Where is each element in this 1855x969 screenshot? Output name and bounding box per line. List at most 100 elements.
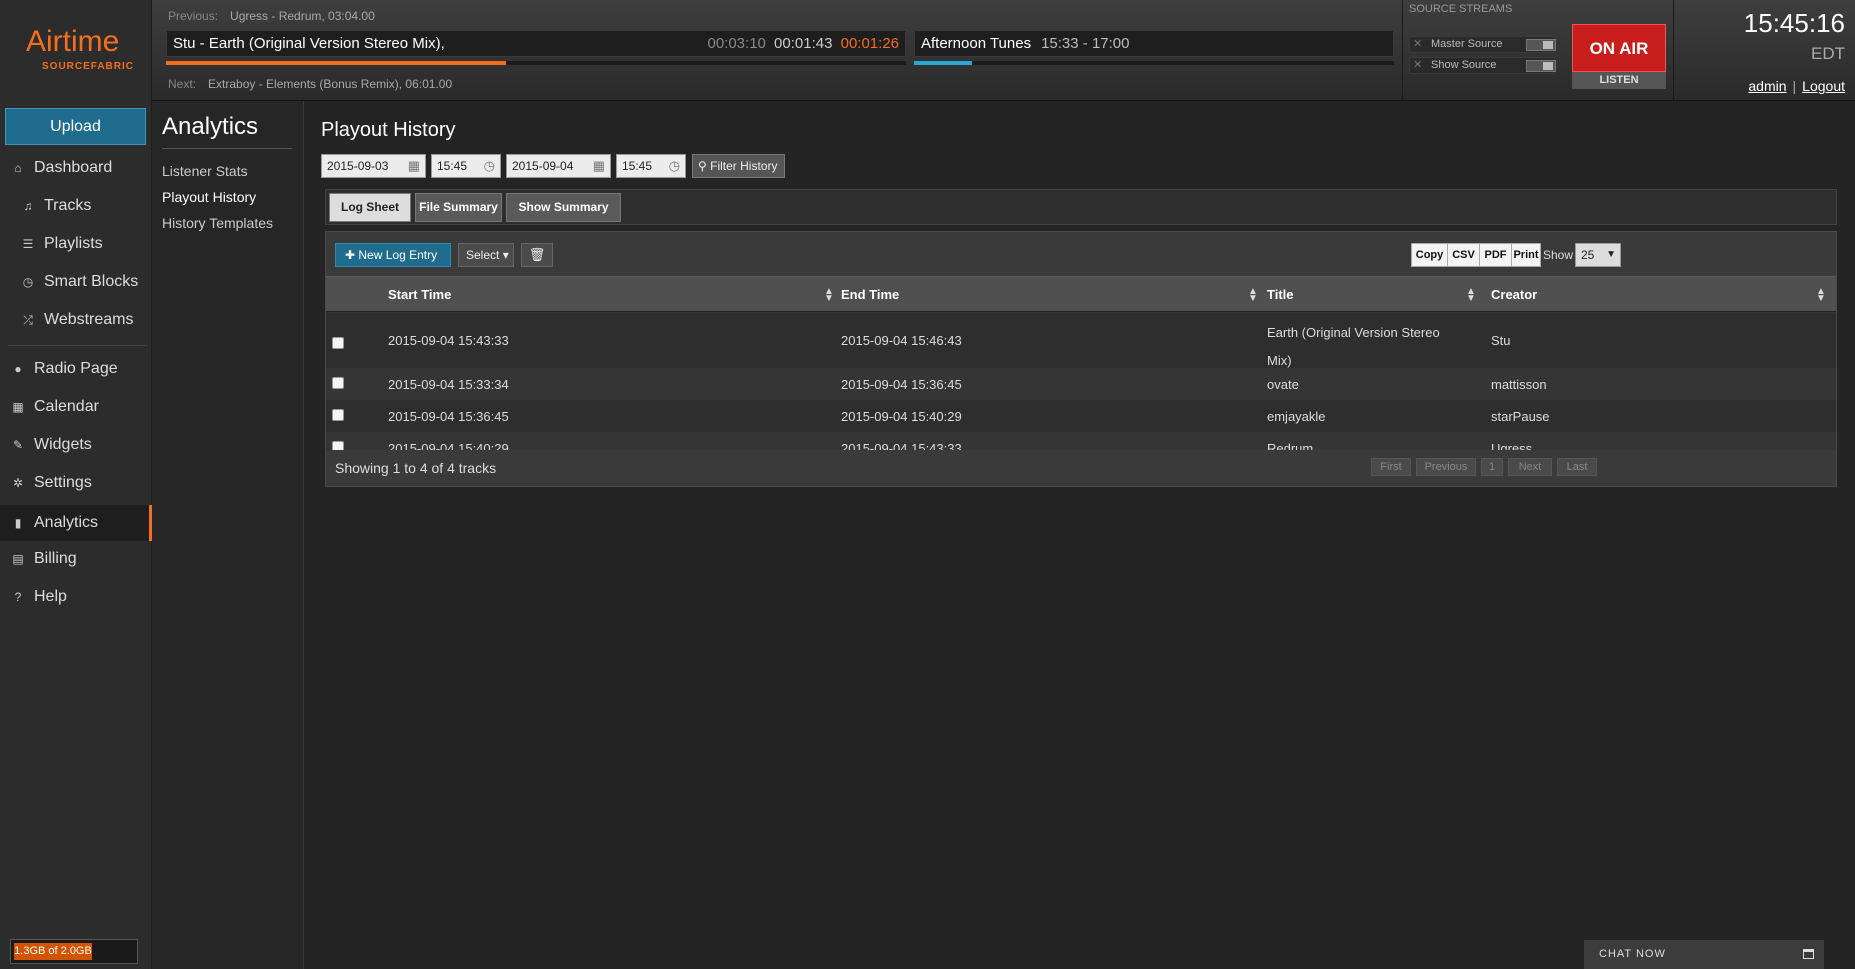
start-time-value: 15:45 [437,159,468,173]
subnav-item-playout-history[interactable]: Playout History [162,189,256,205]
globe-icon: ● [14,362,22,376]
nav-item-calendar[interactable]: ▦ Calendar [0,392,152,422]
show-count-value: 25 [1581,248,1595,262]
listen-button[interactable]: LISTEN [1572,72,1666,89]
filter-history-label: Filter History [710,159,778,173]
tab-file-summary[interactable]: File Summary [415,193,502,222]
end-date-value: 2015-09-04 [512,159,574,173]
nav-item-smart-blocks[interactable]: ◷ Smart Blocks [0,267,152,297]
nav-item-dashboard[interactable]: ⌂ Dashboard [0,153,152,183]
column-title[interactable]: Title [1267,277,1294,313]
copy-button[interactable]: Copy [1411,243,1448,267]
nav-item-settings[interactable]: ✲ Settings [0,468,152,498]
upload-button[interactable]: Upload [5,108,146,145]
pagination-last[interactable]: Last [1557,458,1597,476]
sort-icon[interactable]: ▲ ▼ [1248,287,1258,304]
nav-label: Analytics [34,514,99,531]
calendar-icon[interactable]: ▦ [408,158,420,174]
tab-show-summary[interactable]: Show Summary [506,193,621,222]
cell-title: Earth (Original Version Stereo Mix) [1267,325,1440,368]
column-end-time[interactable]: End Time [841,277,899,313]
calendar-icon[interactable]: ▦ [593,158,605,174]
csv-button[interactable]: CSV [1447,243,1480,267]
nav-item-billing[interactable]: ▤ Billing [0,544,152,574]
subnav-item-listener-stats[interactable]: Listener Stats [162,163,248,179]
end-time-input[interactable]: 15:45 ◷ [616,154,686,178]
column-creator[interactable]: Creator [1491,277,1537,313]
cell-creator: mattisson [1491,377,1547,392]
logo-sub: SOURCEFABRIC [42,61,135,72]
minimize-icon[interactable] [1803,949,1814,959]
master-source-row: ✕ Master Source [1409,36,1556,53]
app-root: Airtime SOURCEFABRIC Previous: Ugress - R… [0,0,1855,969]
nav-item-playlists[interactable]: ☰ Playlists [0,229,152,259]
logo[interactable]: Airtime SOURCEFABRIC [0,0,152,101]
briefcase-icon: ▤ [12,552,24,566]
row-checkbox[interactable] [332,409,344,421]
select-dropdown[interactable]: Select ▾ [458,243,514,267]
nav-label: Billing [34,550,77,567]
tab-log-sheet[interactable]: Log Sheet [329,193,411,222]
caret-down-icon: ▾ [499,248,509,262]
nav-item-help[interactable]: ? Help [0,582,152,612]
row-checkbox[interactable] [332,377,344,389]
pagination-previous[interactable]: Previous [1416,458,1476,476]
page-title: Playout History [321,119,456,141]
track-progress-bar [166,61,906,65]
user-account-link[interactable]: admin [1748,78,1786,94]
start-date-input[interactable]: 2015-09-03 ▦ [321,154,426,178]
cell-creator: starPause [1491,409,1550,424]
clock-icon[interactable]: ◷ [484,158,495,174]
row-checkbox[interactable] [332,337,344,349]
nav-item-analytics[interactable]: ▮ Analytics [0,505,152,541]
close-icon[interactable]: ✕ [1413,37,1425,52]
table-header: Start Time ▲ ▼ End Time ▲ ▼ Title ▲ ▼ Creat… [326,276,1836,312]
trash-icon: 🗑 [528,247,546,262]
table-row[interactable]: 2015-09-04 15:36:45 2015-09-04 15:40:29 … [326,400,1836,432]
nav-item-tracks[interactable]: ♫ Tracks [0,191,152,221]
logout-link[interactable]: Logout [1802,78,1845,94]
sort-icon[interactable]: ▲ ▼ [1816,287,1826,304]
table-row[interactable]: 2015-09-04 15:40:29 2015-09-04 15:43:33 … [326,432,1836,456]
table-row[interactable]: 2015-09-04 15:43:33 2015-09-04 15:46:43 … [326,313,1836,368]
table-toolbar: ✚ New Log Entry Select ▾ 🗑 Copy CSV PDF … [326,232,1836,276]
cell-start-time: 2015-09-04 15:43:33 [388,333,509,348]
sort-icon[interactable]: ▲ ▼ [824,287,834,304]
show-source-toggle[interactable] [1526,60,1556,72]
table-row[interactable]: 2015-09-04 15:33:34 2015-09-04 15:36:45 … [326,368,1836,400]
track-times: 00:03:10 00:01:43 00:01:26 [707,35,899,52]
column-start-time[interactable]: Start Time [388,277,451,313]
pagination-first[interactable]: First [1371,458,1411,476]
end-date-input[interactable]: 2015-09-04 ▦ [506,154,611,178]
close-icon[interactable]: ✕ [1413,58,1425,73]
master-source-toggle[interactable] [1526,39,1556,51]
search-icon: ⚲ [698,159,711,173]
caret-down-icon: ▼ [1606,249,1616,260]
filter-history-button[interactable]: ⚲ Filter History [692,154,785,178]
delete-button[interactable]: 🗑 [521,243,553,267]
table-info: Showing 1 to 4 of 4 tracks [335,460,497,476]
subnav-item-history-templates[interactable]: History Templates [162,215,273,231]
nav-label: Webstreams [44,311,134,328]
previous-label: Previous: [168,9,219,23]
current-show-box: Afternoon Tunes 15:33 - 17:00 [914,30,1394,57]
start-time-input[interactable]: 15:45 ◷ [431,154,501,178]
music-note-icon: ♫ [23,199,33,213]
pdf-button[interactable]: PDF [1479,243,1512,267]
pagination-page[interactable]: 1 [1481,458,1503,476]
show-count-select[interactable]: 25 ▼ [1575,243,1621,267]
sort-icon[interactable]: ▲ ▼ [1466,287,1476,304]
bar-chart-icon: ▮ [14,516,22,530]
new-log-entry-button[interactable]: ✚ New Log Entry [335,243,451,267]
chat-now-widget[interactable]: CHAT NOW [1584,940,1824,969]
pagination-next[interactable]: Next [1508,458,1552,476]
print-button[interactable]: Print [1511,243,1541,267]
new-log-entry-label: New Log Entry [358,248,438,262]
nav-label: Widgets [34,436,92,453]
nav-item-radio-page[interactable]: ● Radio Page [0,354,152,384]
nav-item-widgets[interactable]: ✎ Widgets [0,430,152,460]
select-label: Select [466,248,500,262]
track-remaining: 00:01:26 [840,35,899,52]
clock-icon[interactable]: ◷ [669,158,680,174]
nav-item-webstreams[interactable]: ⤮ Webstreams [0,305,152,335]
